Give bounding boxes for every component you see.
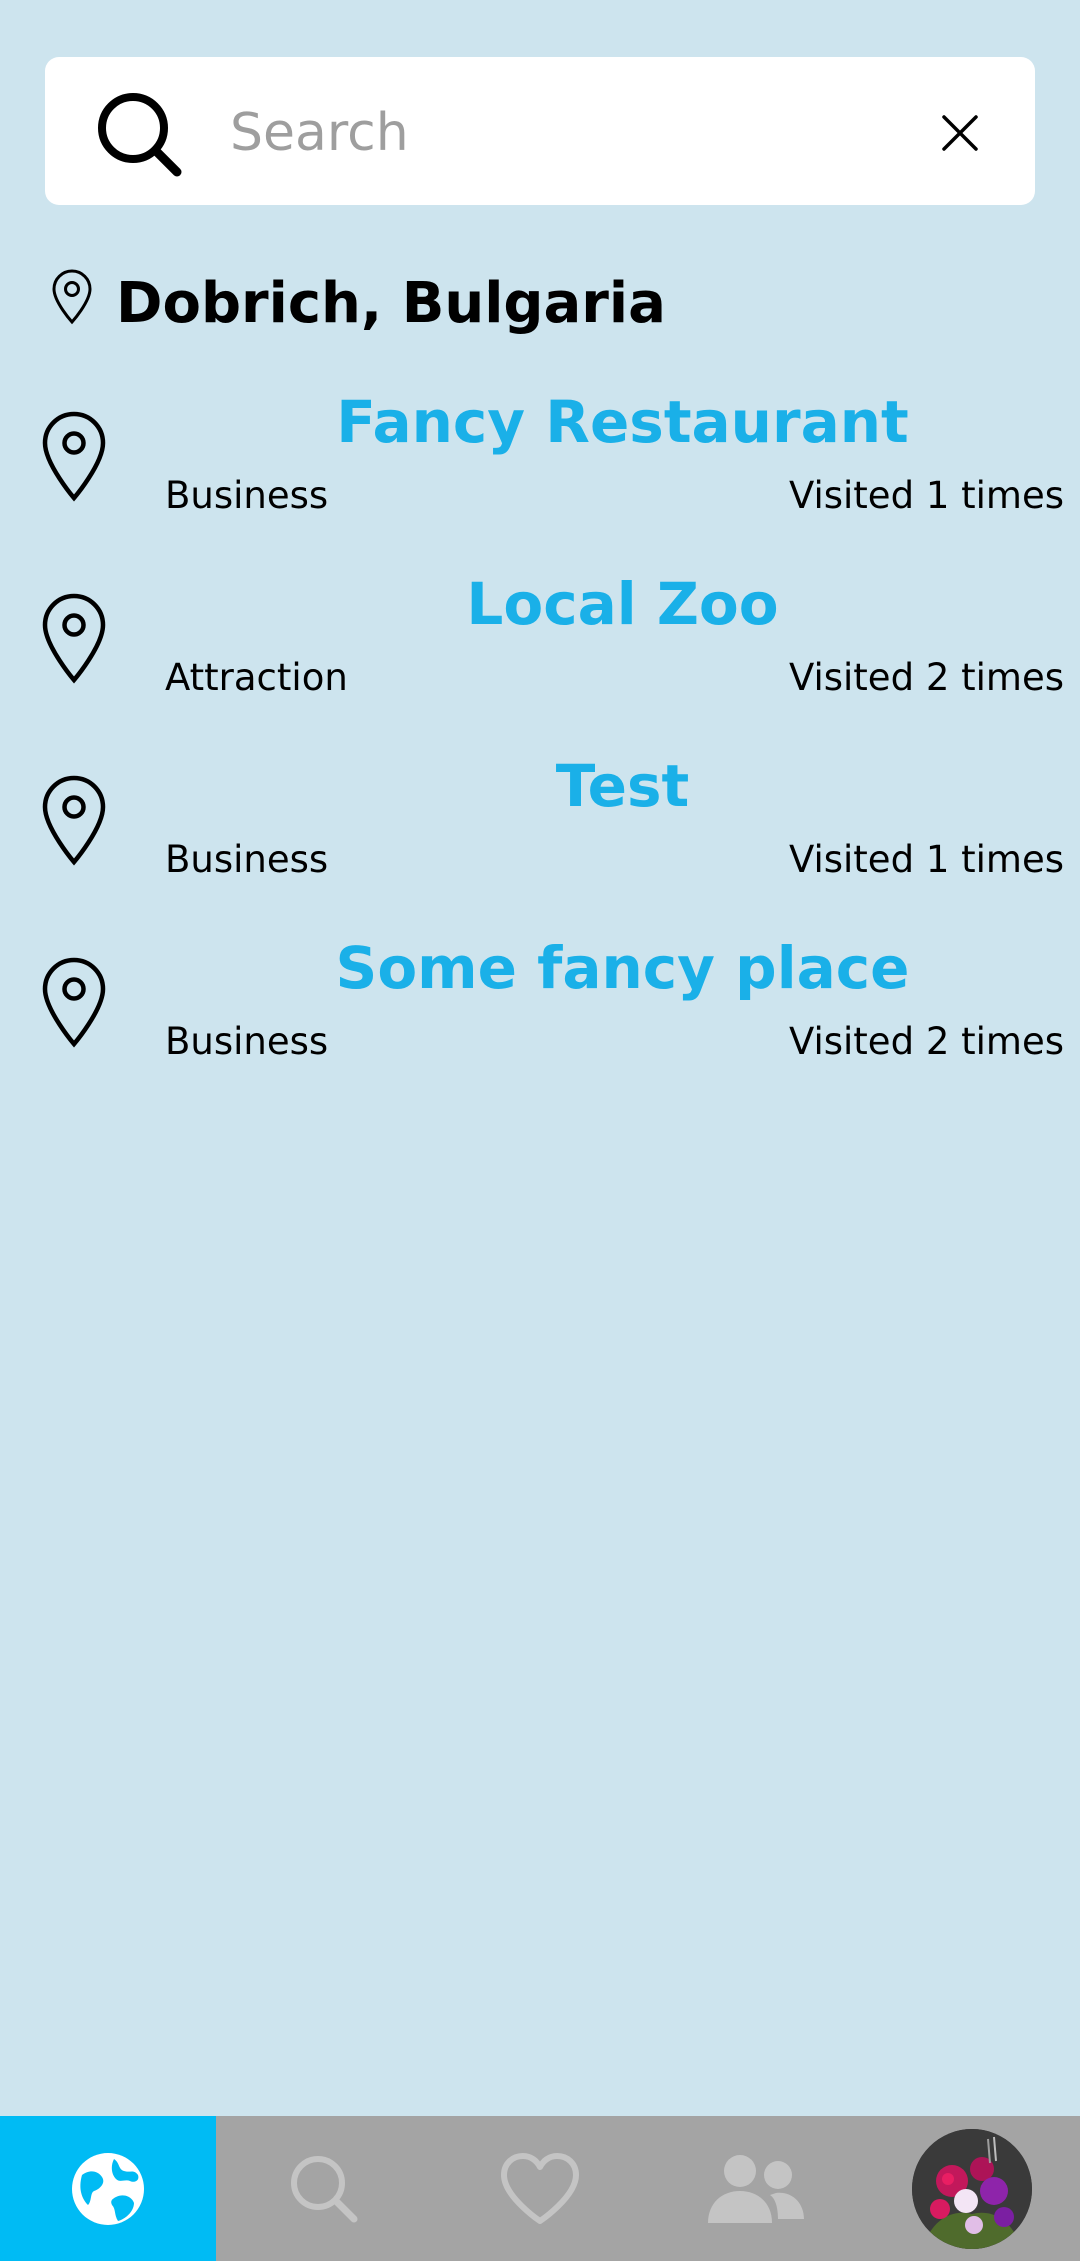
bottom-nav — [0, 2116, 1080, 2261]
location-pin-icon — [42, 593, 106, 684]
list-item[interactable]: Test Business Visited 1 times — [0, 746, 1080, 928]
nav-favorites[interactable] — [432, 2116, 648, 2261]
globe-icon — [72, 2152, 144, 2225]
location-pin-icon — [42, 957, 106, 1048]
location-title: Dobrich, Bulgaria — [116, 270, 666, 336]
place-type: Business — [165, 474, 329, 517]
close-icon[interactable] — [940, 113, 980, 153]
people-icon — [708, 2154, 804, 2223]
list-item[interactable]: Fancy Restaurant Business Visited 1 time… — [0, 382, 1080, 564]
place-name: Test — [555, 752, 690, 820]
place-type: Attraction — [165, 656, 348, 699]
place-visits: Visited 1 times — [788, 838, 1064, 881]
location-pin-icon — [52, 269, 92, 325]
list-item[interactable]: Some fancy place Business Visited 2 time… — [0, 928, 1080, 1110]
place-type: Business — [165, 1020, 329, 1063]
heart-icon — [501, 2152, 579, 2224]
nav-search[interactable] — [216, 2116, 432, 2261]
nav-friends[interactable] — [648, 2116, 864, 2261]
place-visits: Visited 1 times — [788, 474, 1064, 517]
nav-profile[interactable] — [864, 2116, 1080, 2261]
place-name: Fancy Restaurant — [336, 388, 909, 456]
search-icon[interactable] — [95, 90, 185, 180]
search-input[interactable] — [230, 93, 870, 173]
place-name: Some fancy place — [335, 934, 910, 1002]
place-visits: Visited 2 times — [788, 656, 1064, 699]
avatar-image — [912, 2128, 1032, 2249]
location-pin-icon — [42, 775, 106, 866]
search-icon — [291, 2155, 358, 2222]
place-list: Fancy Restaurant Business Visited 1 time… — [0, 382, 1080, 1110]
nav-explore[interactable] — [0, 2116, 216, 2261]
list-item[interactable]: Local Zoo Attraction Visited 2 times — [0, 564, 1080, 746]
place-type: Business — [165, 838, 329, 881]
location-pin-icon — [42, 411, 106, 502]
current-location: Dobrich, Bulgaria — [50, 263, 666, 343]
place-visits: Visited 2 times — [788, 1020, 1064, 1063]
avatar — [912, 2128, 1032, 2249]
place-name: Local Zoo — [466, 570, 779, 638]
